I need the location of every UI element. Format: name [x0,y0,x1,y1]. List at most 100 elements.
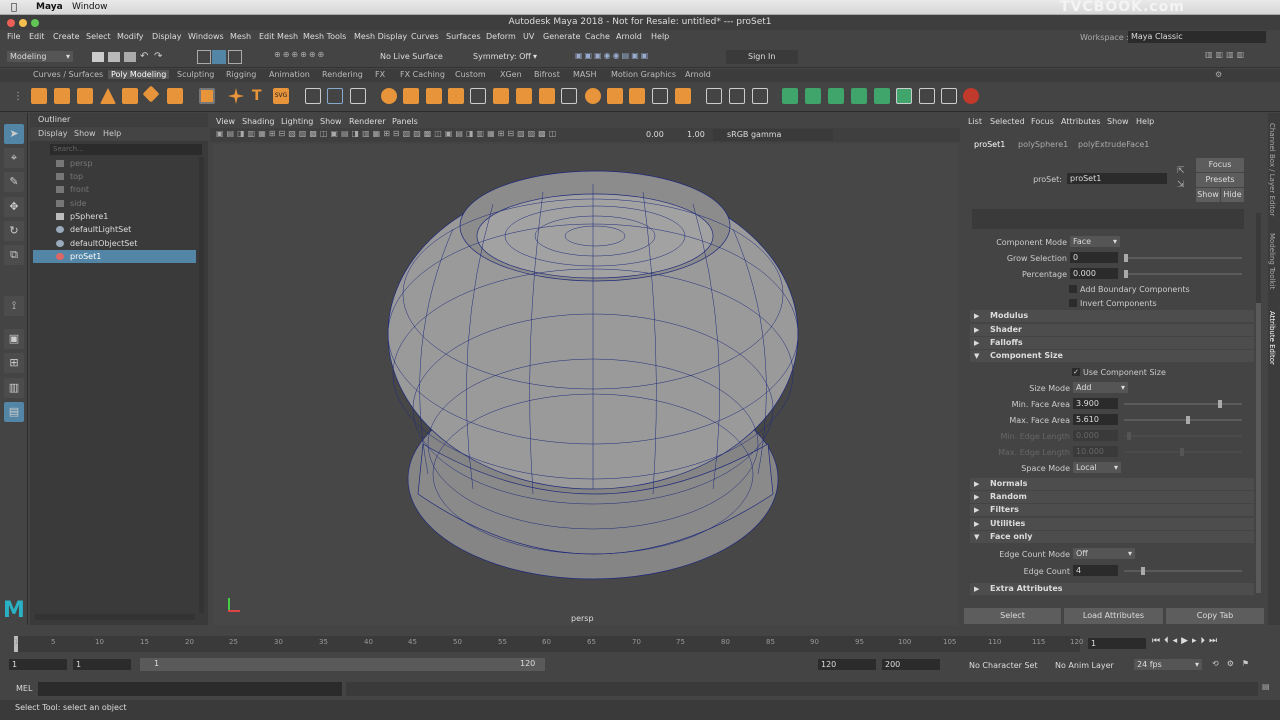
slider-knob[interactable] [1186,416,1190,424]
playback-controls[interactable]: ⏮⏴◂▶▸⏵⏭ [1152,636,1272,650]
menu-mesh-display[interactable]: Mesh Display [354,32,407,41]
boolean-difference-icon[interactable] [403,88,419,104]
outliner-item-default-object-set[interactable]: defaultObjectSet [33,237,196,250]
section-utilities[interactable]: ▶ Utilities [970,518,1254,530]
sign-in-button[interactable]: Sign In [726,50,798,64]
extract-icon[interactable] [470,88,486,104]
shelf-tab-motion-graphics[interactable]: Motion Graphics [608,70,679,79]
shelf-tab-rendering[interactable]: Rendering [319,70,366,79]
viewport-canvas[interactable]: persp [213,144,958,625]
paint-select-icon[interactable]: ✎ [4,172,24,192]
uv-grid-icon[interactable] [896,88,912,104]
slider-knob[interactable] [1218,400,1222,408]
lasso-tool-icon[interactable]: ⌖ [4,148,24,168]
extrude-icon[interactable] [493,88,509,104]
section-face-only[interactable]: ▼ Face only [970,531,1254,543]
outliner-hscrollbar[interactable] [35,614,195,620]
mel-label[interactable]: MEL [16,684,32,693]
time-slider[interactable]: 1 5 10 15 20 25 30 35 40 45 50 55 60 65 … [0,630,1280,654]
poke-icon[interactable] [652,88,668,104]
playback-options-icons[interactable]: ⟲⚙⚑ [1212,659,1257,668]
outliner-scrollbar[interactable] [199,157,204,613]
min-face-area-slider[interactable] [1124,400,1242,408]
shelf-tab-xgen[interactable]: XGen [497,70,525,79]
section-component-size[interactable]: ▼ Component Size [970,350,1254,362]
menu-surfaces[interactable]: Surfaces [446,32,481,41]
exposure-value[interactable]: 0.00 [646,130,664,139]
rotate-tool-icon[interactable]: ↻ [4,221,24,241]
shelf-tab-arnold[interactable]: Arnold [682,70,714,79]
slider-knob[interactable] [1124,254,1128,262]
shelf-tab-bifrost[interactable]: Bifrost [531,70,563,79]
shelf-tab-mash[interactable]: MASH [570,70,599,79]
undo-icon[interactable]: ↶ [140,51,148,62]
slider-knob[interactable] [1141,567,1145,575]
presets-button[interactable]: Presets [1196,173,1244,187]
anim-end-field[interactable]: 200 [882,659,940,670]
side-tab-channel-box[interactable]: Channel Box / Layer Editor [1268,123,1276,216]
outliner-item-side[interactable]: side [33,197,196,210]
app-menu[interactable]: Maya [36,2,63,12]
viewport-menu-show[interactable]: Show [320,117,342,126]
arnold-render-icon[interactable] [963,88,979,104]
space-mode-select[interactable]: Local [1073,462,1121,473]
section-extra-attributes[interactable]: ▶ Extra Attributes [970,583,1254,595]
shelf-tab-custom[interactable]: Custom [452,70,489,79]
insert-edge-loop-icon[interactable] [729,88,745,104]
shelf-tab-fx[interactable]: FX [372,70,388,79]
fill-hole-icon[interactable] [561,88,577,104]
open-scene-icon[interactable] [108,52,120,62]
uv-editor-icon[interactable] [782,88,798,104]
ae-tab-polyextrudeface1[interactable]: polyExtrudeFace1 [1078,140,1149,149]
character-set-select[interactable]: No Character Set [969,661,1038,670]
current-frame-field[interactable]: 1 [1088,638,1146,649]
panel-toggle-icons[interactable]: ▥▥▥▥ [1205,50,1265,64]
percentage-field[interactable]: 0.000 [1070,268,1118,279]
window-menu[interactable]: Window [72,2,108,12]
slider-knob[interactable] [1127,432,1131,440]
menu-uv[interactable]: UV [523,32,534,41]
poly-cube-icon[interactable] [54,88,70,104]
collapse-icon[interactable] [607,88,623,104]
shelf-tab-poly-modeling[interactable]: Poly Modeling [108,70,170,79]
auto-map-icon[interactable] [828,88,844,104]
apple-icon[interactable]:  [11,2,17,13]
time-ruler[interactable]: 1 5 10 15 20 25 30 35 40 45 50 55 60 65 … [14,636,1083,652]
slider-knob[interactable] [1124,270,1128,278]
multi-cut-icon[interactable] [706,88,722,104]
focus-node-icon[interactable]: ⇱ [1177,166,1185,176]
section-random[interactable]: ▶ Random [970,491,1254,503]
shelf-tab-animation[interactable]: Animation [266,70,313,79]
outliner-item-proset1[interactable]: proSet1 [33,250,196,263]
bridge-icon[interactable] [516,88,532,104]
viewport-menu-renderer[interactable]: Renderer [349,117,386,126]
boolean-intersect-icon[interactable] [426,88,442,104]
viewport-menu-panels[interactable]: Panels [392,117,418,126]
merge-icon[interactable] [585,88,601,104]
min-edge-length-slider[interactable] [1124,432,1242,440]
ae-menu-show[interactable]: Show [1107,117,1129,126]
two-view-icon[interactable]: ▥ [4,378,24,398]
combine-icon[interactable] [305,88,321,104]
new-scene-icon[interactable] [92,52,104,62]
script-editor-icon[interactable]: ▤ [1262,682,1272,696]
snap-icons[interactable]: ⊕⊕⊕⊕⊕⊕ [274,50,354,64]
outliner-persp-icon[interactable]: ▤ [4,402,24,422]
menu-deform[interactable]: Deform [486,32,516,41]
section-shader[interactable]: ▶ Shader [970,324,1254,336]
max-edge-length-slider[interactable] [1124,448,1242,456]
add-boundary-checkbox[interactable] [1069,285,1077,293]
side-tab-modeling-toolkit[interactable]: Modeling Toolkit [1268,233,1276,289]
cut-uv-icon[interactable] [919,88,935,104]
ae-tab-proset1[interactable]: proSet1 [974,140,1005,149]
smooth-icon[interactable] [350,88,366,104]
shelf-tab-rigging[interactable]: Rigging [223,70,259,79]
gamma-value[interactable]: 1.00 [687,130,705,139]
viewport-tool-icons[interactable]: ▣▤◨▥▦⊞⊟▧▨▩◫▣▤◨▥▦⊞⊟▧▨▩◫▣▤◨▥▦⊞⊟▧▨▩◫ [216,129,636,141]
side-tab-attribute-editor[interactable]: Attribute Editor [1268,311,1276,365]
bevel-icon[interactable] [539,88,555,104]
outliner-menu-display[interactable]: Display [38,129,68,138]
four-view-icon[interactable]: ⊞ [4,353,24,373]
move-tool-icon[interactable]: ✥ [4,197,24,217]
select-tool-icon[interactable]: ➤ [4,124,24,144]
